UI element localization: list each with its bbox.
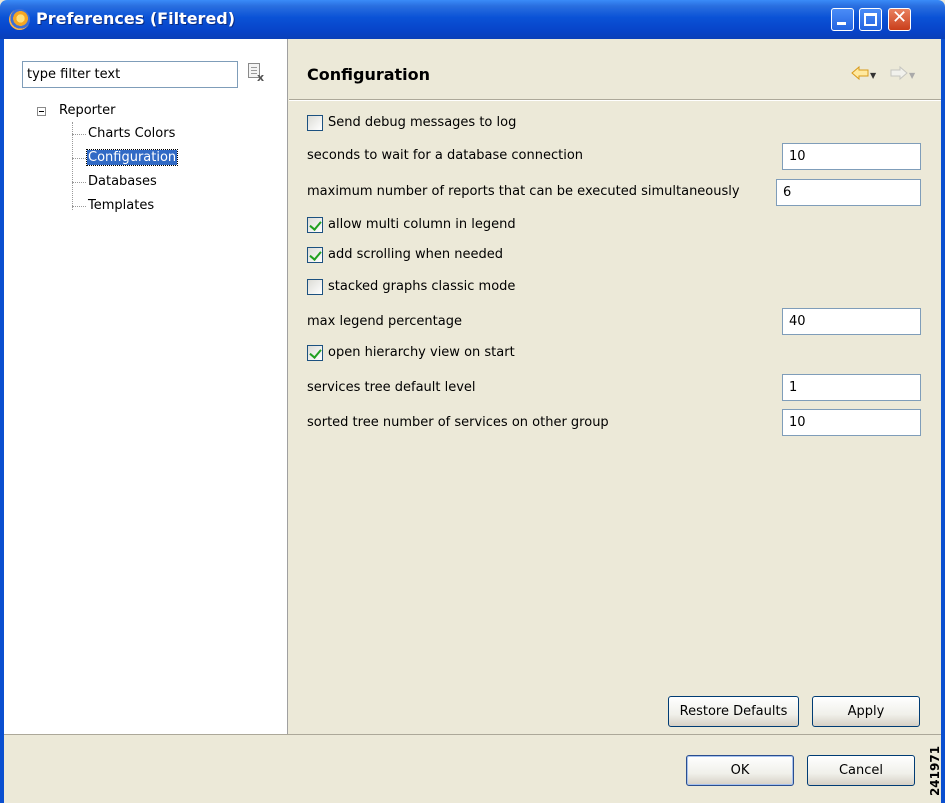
tree-connector (72, 182, 86, 183)
debug-label[interactable]: Send debug messages to log (328, 115, 516, 130)
window-frame-right (941, 39, 945, 803)
navigation-pane (4, 39, 288, 734)
tree-level-field[interactable] (782, 374, 921, 401)
back-dropdown-icon[interactable]: ▼ (870, 71, 876, 80)
maximize-button[interactable] (859, 8, 882, 31)
tree-connector (72, 206, 86, 207)
max-reports-field[interactable] (776, 179, 921, 206)
debug-checkbox[interactable] (307, 115, 323, 131)
minimize-icon (837, 22, 846, 25)
bottom-separator (4, 734, 941, 735)
tree-item-configuration[interactable]: Configuration (85, 149, 179, 166)
multi-column-label[interactable]: allow multi column in legend (328, 217, 516, 232)
other-group-label: sorted tree number of services on other … (307, 415, 609, 430)
legend-pct-label: max legend percentage (307, 314, 462, 329)
tree-item-charts-colors[interactable]: Charts Colors (88, 126, 175, 141)
tree-level-label: services tree default level (307, 380, 476, 395)
tree-connector (72, 134, 86, 135)
db-wait-field[interactable] (782, 143, 921, 170)
db-wait-label: seconds to wait for a database connectio… (307, 148, 584, 163)
maximize-icon (864, 13, 877, 26)
tree-connector (72, 122, 73, 210)
forward-dropdown-icon[interactable]: ▼ (909, 71, 915, 80)
clear-x-icon: x (257, 71, 265, 84)
stacked-checkbox[interactable] (307, 279, 323, 295)
restore-defaults-button[interactable]: Restore Defaults (668, 696, 799, 727)
cancel-button[interactable]: Cancel (807, 755, 915, 786)
tree-item-reporter[interactable]: Reporter (59, 103, 115, 118)
header-separator (289, 99, 941, 101)
figure-id-tag: 241971 (928, 740, 944, 800)
tree-item-templates[interactable]: Templates (88, 198, 154, 213)
close-button[interactable]: ✕ (888, 7, 911, 31)
other-group-field[interactable] (782, 409, 921, 436)
legend-pct-field[interactable] (782, 308, 921, 335)
back-arrow-icon[interactable] (851, 65, 869, 81)
collapse-icon[interactable] (37, 107, 46, 116)
stacked-label[interactable]: stacked graphs classic mode (328, 279, 515, 294)
tree-connector (72, 158, 86, 159)
title-bar[interactable]: Preferences (Filtered) ✕ (0, 0, 945, 39)
page-title: Configuration (307, 65, 431, 84)
forward-arrow-icon[interactable] (890, 65, 908, 81)
minimize-button[interactable] (831, 8, 854, 31)
tree-item-databases[interactable]: Databases (88, 174, 157, 189)
hierarchy-label[interactable]: open hierarchy view on start (328, 345, 515, 360)
clear-filter-icon[interactable]: x (248, 63, 266, 84)
scrolling-label[interactable]: add scrolling when needed (328, 247, 503, 262)
scrolling-checkbox[interactable] (307, 247, 323, 263)
multi-column-checkbox[interactable] (307, 217, 323, 233)
hierarchy-checkbox[interactable] (307, 345, 323, 361)
close-icon: ✕ (891, 7, 908, 28)
apply-button[interactable]: Apply (812, 696, 920, 727)
figure-id-text: 241971 (928, 745, 943, 797)
preferences-window: Preferences (Filtered) ✕ x Reporter Char… (0, 0, 945, 803)
window-title: Preferences (Filtered) (36, 9, 236, 28)
app-icon (9, 9, 30, 30)
filter-input[interactable] (22, 61, 238, 88)
ok-button[interactable]: OK (686, 755, 794, 786)
max-reports-label: maximum number of reports that can be ex… (307, 184, 740, 199)
